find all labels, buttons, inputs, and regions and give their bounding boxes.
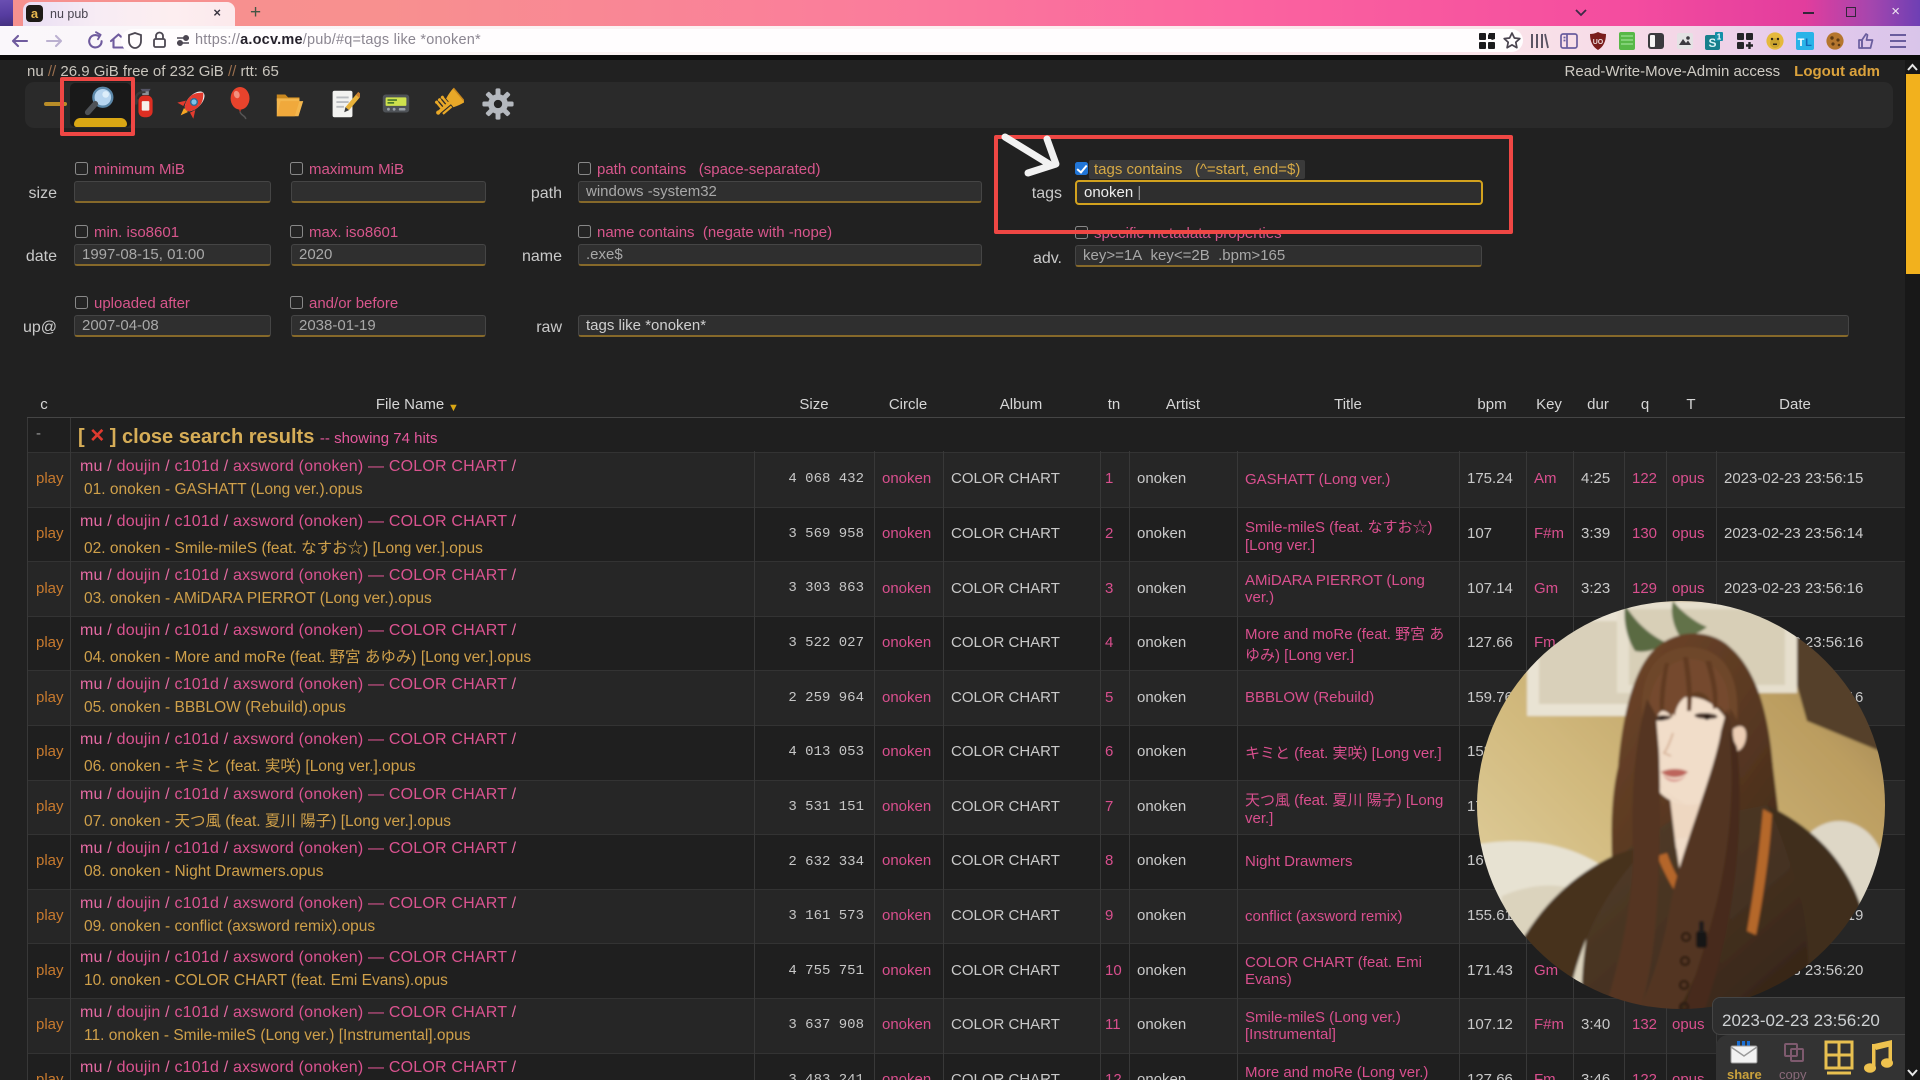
- svg-text:1: 1: [1717, 33, 1722, 42]
- svg-text:UO: UO: [1593, 39, 1604, 46]
- svg-text:T: T: [1798, 37, 1805, 49]
- svg-text:L: L: [1805, 37, 1812, 49]
